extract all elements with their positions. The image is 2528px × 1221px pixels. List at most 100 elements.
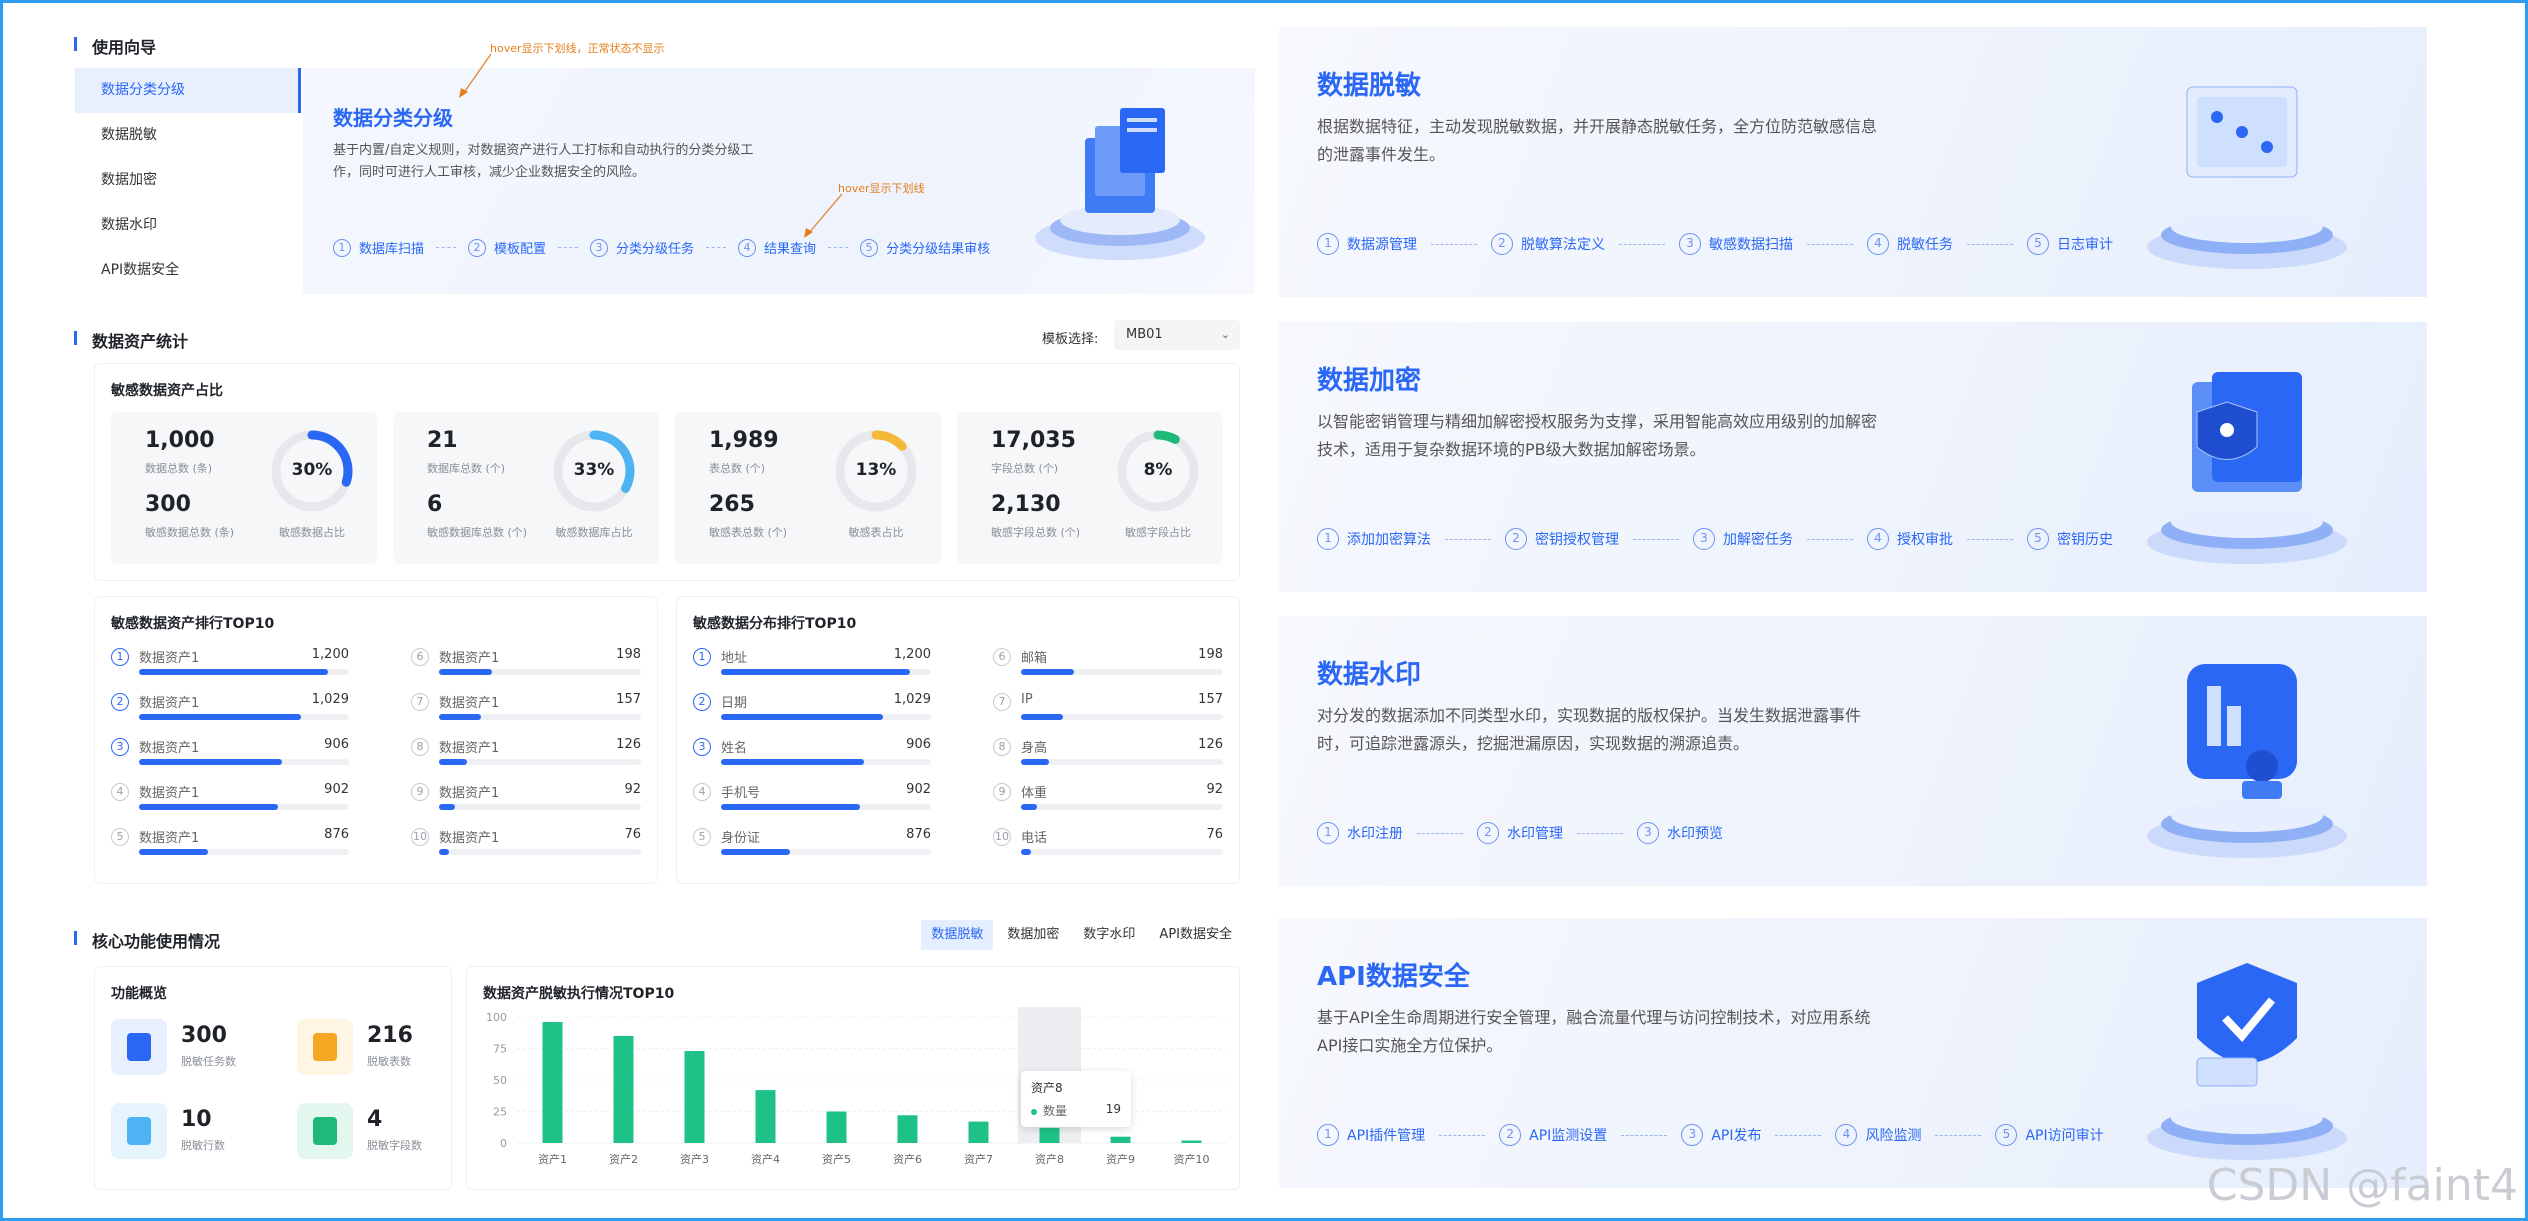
feature-step[interactable]: API访问审计 <box>2025 1125 2103 1145</box>
ratio-label: 敏感表占比 <box>848 526 904 539</box>
feature-step[interactable]: API发布 <box>1711 1125 1761 1145</box>
tab-watermark[interactable]: 数字水印 <box>1073 920 1145 950</box>
rank-row: 2 数据资产1 1,029 <box>111 690 349 730</box>
tab-api-security[interactable]: API数据安全 <box>1149 920 1242 950</box>
rank-value: 126 <box>616 737 641 752</box>
rank-bar-fill <box>721 759 864 765</box>
encryption-illustration-icon <box>2147 372 2347 564</box>
stat-total: 1,989 <box>709 428 779 453</box>
stat-sensitive-label: 敏感字段总数 (个) <box>991 526 1081 539</box>
rank-bar-fill <box>721 804 860 810</box>
rank1-title: 敏感数据资产排行TOP10 <box>111 616 275 632</box>
rank-bar-track <box>1021 849 1223 855</box>
table-icon-glyph <box>313 1033 337 1061</box>
rank-row: 3 数据资产1 906 <box>111 735 349 775</box>
feature-step[interactable]: 水印注册 <box>1347 823 1403 843</box>
guide-main-desc: 基于内置/自定义规则，对数据资产进行人工打标和自动执行的分类分级工作，同时可进行… <box>333 143 754 180</box>
rank-row: 8 身高 126 <box>993 735 1223 775</box>
feature-step[interactable]: API监测设置 <box>1529 1125 1607 1145</box>
stat-total-label: 字段总数 (个) <box>991 462 1059 475</box>
guide-step-1[interactable]: 数据库扫描 <box>359 238 424 257</box>
stat-sensitive: 6 <box>427 492 443 517</box>
nav-item-api-security[interactable]: API数据安全 <box>75 248 301 293</box>
guide-step-2[interactable]: 模板配置 <box>494 238 546 257</box>
rank-bar-track <box>139 759 349 765</box>
rank-bar-track <box>139 669 349 675</box>
rank-number: 3 <box>693 738 711 756</box>
guide-main: 数据分类分级 基于内置/自定义规则，对数据资产进行人工打标和自动执行的分类分级工… <box>303 68 1255 294</box>
feature-step[interactable]: 数据源管理 <box>1347 234 1417 254</box>
rank-name: 身份证 <box>721 831 761 846</box>
feature-step[interactable]: 脱敏任务 <box>1897 234 1953 254</box>
feature-step[interactable]: 授权审批 <box>1897 529 1953 549</box>
step-number: 2 <box>1505 528 1527 550</box>
rank-bar-track <box>1021 804 1223 810</box>
feature-title: 数据脱敏 <box>1317 71 1422 101</box>
feature-step[interactable]: 水印预览 <box>1667 823 1723 843</box>
guide-step-4[interactable]: 结果查询 <box>764 238 816 257</box>
rank-row: 6 数据资产1 198 <box>411 645 641 685</box>
overview-label: 脱敏任务数 <box>181 1055 236 1068</box>
rank-number: 1 <box>693 648 711 666</box>
feature-desc: 对分发的数据添加不同类型水印，实现数据的版权保护。当发生数据泄露事件时，可追踪泄… <box>1317 706 1862 753</box>
feature-step[interactable]: 水印管理 <box>1507 823 1563 843</box>
step-number: 1 <box>1317 822 1339 844</box>
rank-row: 10 电话 76 <box>993 825 1223 865</box>
feature-desc: 根据数据特征，主动发现脱敏数据，并开展静态脱敏任务，全方位防范敏感信息的泄露事件… <box>1317 117 1878 164</box>
rank-name: 姓名 <box>721 741 748 756</box>
feature-step[interactable]: 加解密任务 <box>1723 529 1793 549</box>
tab-masking[interactable]: 数据脱敏 <box>921 920 994 950</box>
feature-step[interactable]: 密钥历史 <box>2057 529 2113 549</box>
x-tick-label: 资产5 <box>822 1152 851 1166</box>
rank-name: 身高 <box>1021 741 1048 756</box>
stat-sensitive-label: 敏感数据库总数 (个) <box>427 526 528 539</box>
x-tick-label: 资产1 <box>538 1152 567 1166</box>
tab-encryption[interactable]: 数据加密 <box>997 920 1069 950</box>
overview-value: 216 <box>367 1023 413 1048</box>
step-number: 2 <box>1477 822 1499 844</box>
nav-item-masking[interactable]: 数据脱敏 <box>75 113 301 158</box>
rank-bar-track <box>439 849 641 855</box>
rank-number: 7 <box>993 693 1011 711</box>
nav-item-watermark[interactable]: 数据水印 <box>75 203 301 248</box>
guide-step-5[interactable]: 分类分级结果审核 <box>886 238 990 257</box>
x-tick-label: 资产2 <box>609 1152 638 1166</box>
rank-value: 876 <box>906 827 931 842</box>
feature-step[interactable]: 敏感数据扫描 <box>1709 234 1793 254</box>
feature-step[interactable]: 脱敏算法定义 <box>1521 234 1605 254</box>
feature-card-encryption: 数据加密 以智能密销管理与精细加解密授权服务为支撑，采用智能高效应用级别的加解密技… <box>1279 322 2427 592</box>
rank-bar-fill <box>721 714 883 720</box>
bar <box>1039 1127 1060 1143</box>
rank-bar-track <box>721 669 931 675</box>
annotation-arrow-2 <box>804 193 843 238</box>
rank-name: 邮箱 <box>1021 651 1048 666</box>
feature-step[interactable]: 添加加密算法 <box>1347 529 1431 549</box>
rank-bar-track <box>439 714 641 720</box>
guide-step-3[interactable]: 分类分级任务 <box>616 238 694 257</box>
rank-number: 6 <box>411 648 429 666</box>
nav-item-classify[interactable]: 数据分类分级 <box>75 68 301 113</box>
feature-step[interactable]: API插件管理 <box>1347 1125 1425 1145</box>
nav-item-encryption[interactable]: 数据加密 <box>75 158 301 203</box>
chevron-down-icon: ⌄ <box>1220 328 1230 341</box>
rank-row: 2 日期 1,029 <box>693 690 931 730</box>
bar <box>826 1111 847 1143</box>
rank-value: 76 <box>624 827 641 842</box>
template-select[interactable]: MB01 ⌄ <box>1114 320 1240 350</box>
feature-step[interactable]: 密钥授权管理 <box>1535 529 1619 549</box>
stat-sensitive: 265 <box>709 492 755 517</box>
rank-bar-fill <box>1021 849 1032 855</box>
rank-bar-track <box>1021 714 1223 720</box>
feature-step[interactable]: 日志审计 <box>2057 234 2113 254</box>
feature-title: 数据水印 <box>1317 660 1422 690</box>
overview-label: 脱敏行数 <box>181 1139 225 1152</box>
rank-row: 3 姓名 906 <box>693 735 931 775</box>
ratio-percent: 30% <box>291 460 333 480</box>
y-tick-label: 0 <box>500 1137 507 1150</box>
tooltip-value: 19 <box>1105 1102 1121 1116</box>
rank-name: 日期 <box>721 696 748 711</box>
rank-bar-fill <box>139 714 301 720</box>
rank-value: 92 <box>624 782 641 797</box>
feature-step[interactable]: 风险监测 <box>1865 1125 1921 1145</box>
ratio-percent: 8% <box>1143 460 1173 480</box>
